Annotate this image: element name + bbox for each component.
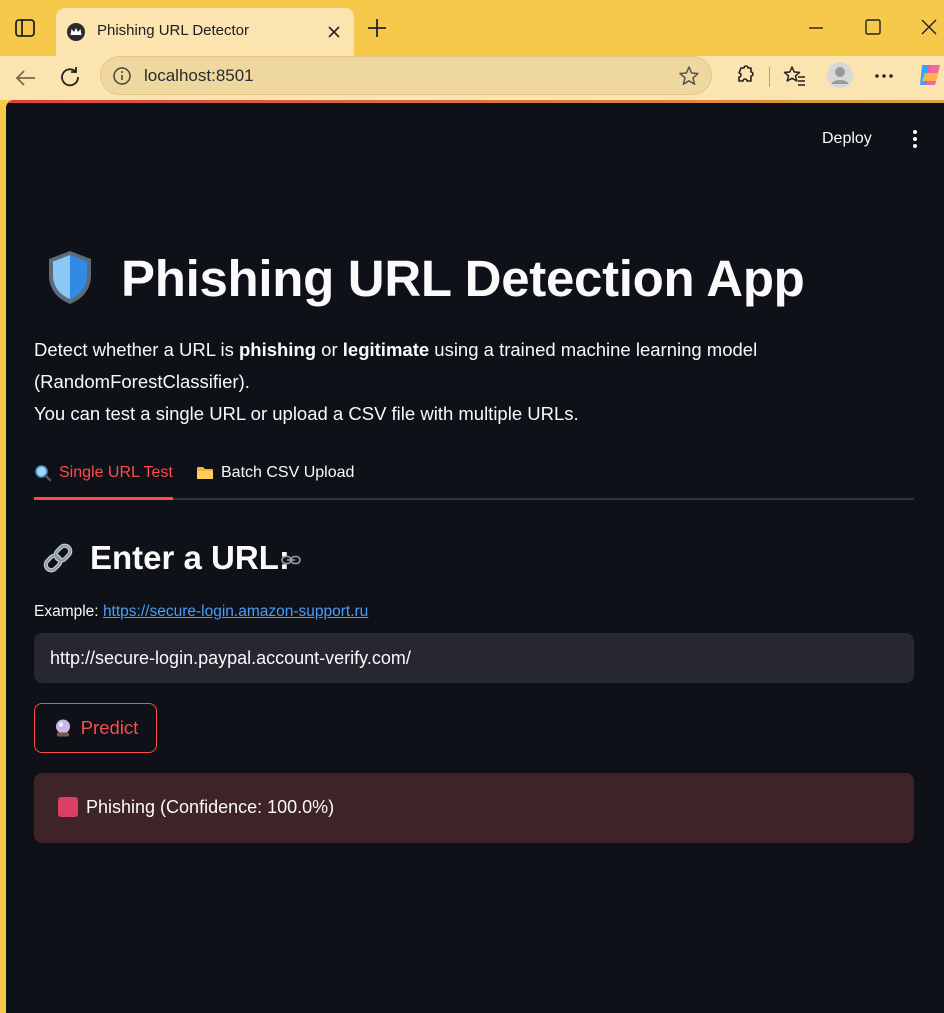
example-link[interactable]: https://secure-login.amazon-support.ru [103,603,368,620]
app-viewport: Deploy Phishing URL Detection App Detect… [6,100,944,1013]
red-square-icon [58,797,78,817]
browser-tab[interactable]: Phishing URL Detector [56,8,354,56]
predict-label: Predict [80,717,139,738]
address-url: localhost:8501 [144,66,254,85]
streamlit-crown-icon [67,23,85,41]
magnifier-icon [35,465,52,482]
tab-label: Batch CSV Upload [221,464,355,481]
site-info-icon[interactable] [111,65,133,87]
folder-icon [197,467,213,479]
legitimate-emphasis: legitimate [342,339,430,360]
app-description: Detect whether a URL is phishing or legi… [34,334,914,430]
maximize-icon[interactable] [862,16,884,38]
copilot-icon[interactable] [916,61,944,89]
browser-toolbar: localhost:8501 [0,56,944,100]
deploy-button[interactable]: Deploy [822,129,872,149]
browser-tab-bar: Phishing URL Detector [0,0,944,56]
tab-single-url-test[interactable]: Single URL Test [34,462,173,498]
description-text: Detect whether a URL is [34,339,239,360]
result-text: Phishing (Confidence: 100.0%) [86,797,335,817]
back-arrow-icon[interactable] [12,64,40,92]
result-alert: Phishing (Confidence: 100.0%) [34,773,914,843]
favorites-icon[interactable] [782,63,808,89]
reload-icon[interactable] [57,64,85,92]
page-title: Phishing URL Detection App [121,250,805,307]
app-header-decoration [6,100,944,103]
sidebar-toggle-icon[interactable] [14,17,36,39]
window-close-icon[interactable] [918,16,940,38]
link-chain-icon [43,543,73,573]
new-tab-icon[interactable] [366,17,388,39]
more-options-icon[interactable] [871,63,897,89]
enter-url-heading: Enter a URL: [90,539,290,576]
add-favorite-star-icon[interactable] [677,64,701,88]
predict-button[interactable]: Predict [34,703,157,753]
tab-batch-csv-upload[interactable]: Batch CSV Upload [196,462,354,498]
description-line-2: You can test a single URL or upload a CS… [34,403,579,424]
phishing-emphasis: phishing [238,339,317,360]
toolbar-separator [769,67,770,87]
url-input[interactable] [34,633,914,683]
close-tab-icon[interactable] [324,22,344,42]
crystal-ball-icon [55,719,70,737]
address-bar[interactable]: localhost:8501 [100,56,712,95]
shield-icon [49,251,91,304]
example-caption: Example: https://secure-login.amazon-sup… [34,602,368,622]
tab-label: Single URL Test [59,464,173,481]
tab-list: Single URL Test Batch CSV Upload [34,458,914,500]
main-menu-kebab-icon[interactable] [906,128,924,150]
profile-avatar-icon[interactable] [826,61,854,89]
extensions-icon[interactable] [732,63,758,89]
tab-title: Phishing URL Detector [97,22,250,39]
active-tab-indicator [34,497,173,500]
example-label: Example: [34,603,99,620]
anchor-link-icon[interactable] [280,549,302,571]
minimize-icon[interactable] [806,18,826,38]
description-text: or [316,339,343,360]
